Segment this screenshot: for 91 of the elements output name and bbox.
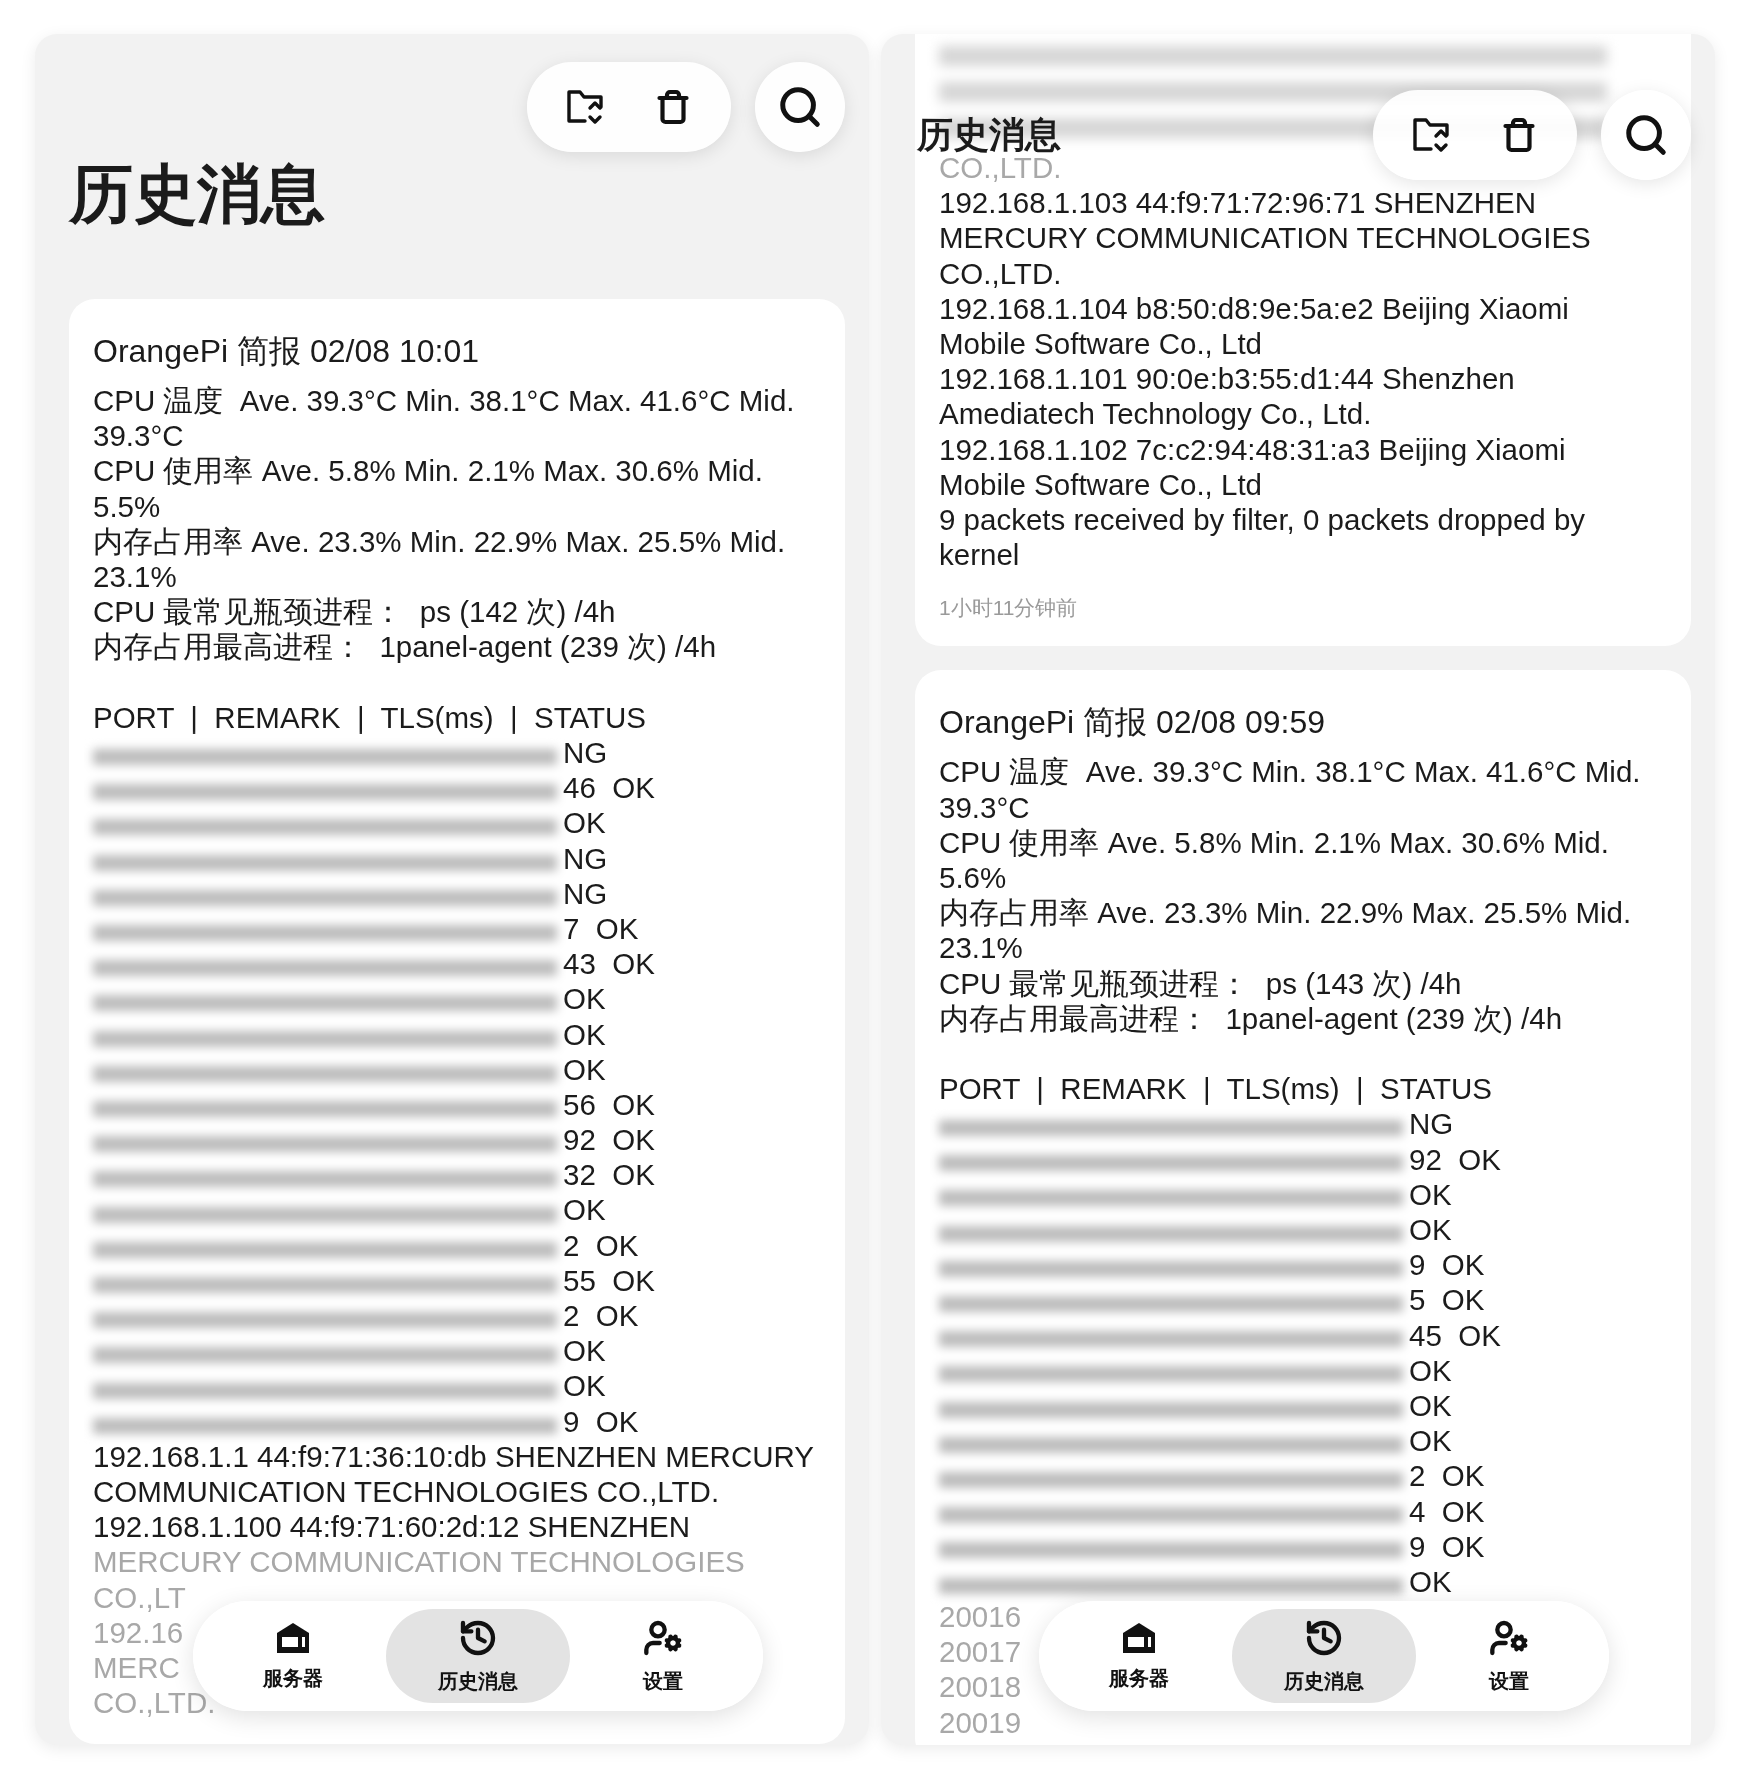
- log-line: CO.,LTD.: [939, 255, 1062, 291]
- status-text: 56 OK: [563, 1086, 655, 1123]
- stat-text: CPU 使用率 Ave. 5.8% Min. 2.1% Max. 30.6% Mid. 5.6%: [939, 824, 1610, 896]
- log-line: MERCURY COMMUNICATION TECHNOLOGIES: [93, 1544, 745, 1580]
- status-text: NG: [563, 840, 608, 876]
- status-text: 46 OK: [563, 770, 655, 806]
- status-text: OK: [563, 981, 606, 1017]
- status-text: 2 OK: [1409, 1458, 1485, 1494]
- trash-icon: [1501, 117, 1537, 153]
- stat-text: 内存占用率 Ave. 23.3% Min. 22.9% Max. 25.5% Mid. 23.1%: [939, 895, 1633, 966]
- status-text: OK: [1409, 1176, 1452, 1212]
- nav-tab[interactable]: 历史消息: [1231, 1609, 1417, 1703]
- log-line: Mobile Software Co., Ltd: [939, 326, 1263, 362]
- status-text: 9 OK: [1409, 1247, 1485, 1283]
- log-line: 192.168.1.100 44:f9:71:60:2d:12 SHENZHEN: [93, 1509, 690, 1545]
- status-text: 43 OK: [563, 946, 655, 982]
- status-text: OK: [563, 1051, 606, 1087]
- table-header: PORT | REMARK | TLS(ms) | STATUS: [93, 699, 646, 735]
- log-line: MERCURY COMMUNICATION TECHNOLOGIES: [939, 220, 1591, 256]
- log-line: 192.168.1.1 44:f9:71:36:10:db SHENZHEN MERCURY: [93, 1438, 814, 1474]
- log-line: COMMUNICATION TECHNOLOGIES CO.,LTD.: [93, 1473, 720, 1510]
- log-line: kernel: [939, 537, 1020, 573]
- log-line: Mobile Software Co., Ltd: [939, 466, 1263, 503]
- nav-label: 设置: [642, 1668, 683, 1694]
- status-text: 55 OK: [563, 1262, 655, 1298]
- status-text: 92 OK: [1409, 1141, 1501, 1177]
- status-text: NG: [1409, 1106, 1454, 1142]
- table-header: PORT | REMARK | TLS(ms) | STATUS: [939, 1071, 1492, 1107]
- status-text: NG: [563, 735, 608, 771]
- page-title: 历史消息: [69, 157, 326, 232]
- log-line: CO.,LT: [93, 1579, 186, 1615]
- log-line: Amediatech Technology Co., Ltd.: [939, 396, 1372, 432]
- nav-label: 设置: [1488, 1668, 1529, 1694]
- nav-tab[interactable]: 设置: [1416, 1609, 1601, 1703]
- status-text: 32 OK: [563, 1157, 655, 1193]
- nav-tab[interactable]: 服务器: [1047, 1609, 1232, 1703]
- nav-label: 服务器: [1109, 1665, 1170, 1691]
- status-text: OK: [1409, 1423, 1452, 1459]
- status-text: 9 OK: [1409, 1528, 1485, 1564]
- stat-text: CPU 使用率 Ave. 5.8% Min. 2.1% Max. 30.6% Mid. 5.5%: [93, 453, 764, 524]
- folder-icon: [1411, 116, 1451, 154]
- nav-label: 服务器: [263, 1665, 324, 1691]
- card-title: OrangePi 简报 02/08 10:01: [93, 332, 480, 371]
- stat-text: CPU 最常见瓶颈进程： ps (142 次) /4h: [93, 594, 616, 630]
- log-line: 20016: [939, 1599, 1022, 1635]
- stat-text: 内存占用最高进程： 1panel-agent (239 次) /4h: [939, 1000, 1563, 1037]
- stat-text: CPU 温度 Ave. 39.3°C Min. 38.1°C Max. 41.6°C Mid. 39.3°C: [93, 383, 796, 454]
- page-title: 历史消息: [917, 112, 1062, 157]
- nav-label: 历史消息: [1284, 1668, 1364, 1694]
- timestamp: 1小时11分钟前: [939, 595, 1079, 622]
- log-line: 20019: [939, 1704, 1022, 1740]
- status-text: OK: [1409, 1563, 1452, 1600]
- log-line: 20017: [939, 1634, 1022, 1670]
- log-line: 192.168.1.103 44:f9:71:72:96:71 SHENZHEN: [939, 185, 1536, 221]
- folder-icon: [565, 88, 605, 126]
- nav-label: 历史消息: [438, 1668, 518, 1694]
- log-line: CO.,LTD.: [93, 1685, 216, 1721]
- status-text: OK: [563, 1333, 606, 1369]
- nav-tab[interactable]: 历史消息: [385, 1609, 571, 1703]
- status-text: OK: [563, 1192, 606, 1228]
- status-text: 2 OK: [563, 1227, 639, 1263]
- search-icon: [777, 84, 823, 130]
- log-line: 192.168.1.104 b8:50:d8:9e:5a:e2 Beijing Xiaomi: [939, 290, 1569, 326]
- status-text: NG: [563, 875, 608, 911]
- status-text: 9 OK: [563, 1403, 639, 1439]
- status-text: 92 OK: [563, 1122, 655, 1158]
- status-text: OK: [563, 1368, 606, 1404]
- status-text: OK: [1409, 1352, 1452, 1388]
- search-icon: [1623, 112, 1669, 158]
- status-text: OK: [563, 1016, 606, 1052]
- status-text: 45 OK: [1409, 1317, 1501, 1353]
- status-text: 4 OK: [1409, 1493, 1485, 1529]
- stat-text: CPU 最常见瓶颈进程： ps (143 次) /4h: [939, 965, 1462, 1001]
- card-title: OrangePi 简报 02/08 09:59: [939, 703, 1326, 743]
- status-text: OK: [1409, 1387, 1452, 1424]
- log-line: 192.168.1.101 90:0e:b3:55:d1:44 Shenzhen: [939, 361, 1515, 397]
- log-line: 9 packets received by filter, 0 packets dropped by: [939, 502, 1586, 538]
- log-line: MERC: [93, 1650, 180, 1686]
- log-line: 192.168.1.102 7c:c2:94:48:31:a3 Beijing Xiaomi: [939, 431, 1566, 467]
- log-line: 20018: [939, 1669, 1022, 1705]
- status-text: OK: [563, 805, 606, 841]
- status-text: 7 OK: [563, 910, 639, 947]
- trash-icon: [655, 89, 691, 125]
- status-text: 2 OK: [563, 1298, 639, 1334]
- stat-text: 内存占用率 Ave. 23.3% Min. 22.9% Max. 25.5% Mid. 23.1%: [93, 523, 787, 595]
- status-text: OK: [1409, 1212, 1452, 1248]
- stat-text: 内存占用最高进程： 1panel-agent (239 次) /4h: [93, 629, 717, 665]
- nav-tab[interactable]: 设置: [570, 1609, 755, 1703]
- stat-text: CPU 温度 Ave. 39.3°C Min. 38.1°C Max. 41.6°C Mid. 39.3°C: [939, 754, 1642, 825]
- status-text: 5 OK: [1409, 1282, 1485, 1318]
- log-line: 192.16: [93, 1614, 184, 1650]
